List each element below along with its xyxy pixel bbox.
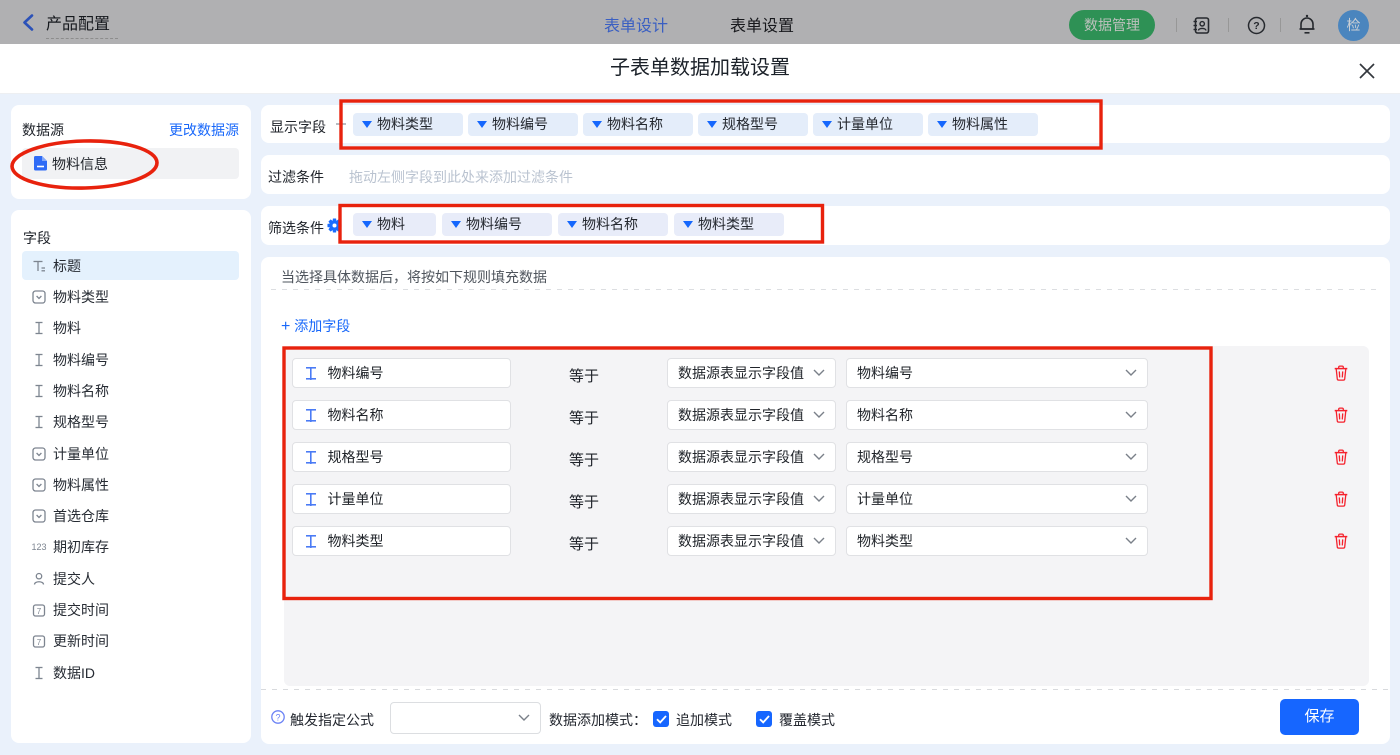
svg-text:7: 7	[37, 607, 42, 616]
svg-text:?: ?	[1253, 20, 1259, 32]
svg-text:?: ?	[275, 712, 280, 722]
svg-text:7: 7	[37, 638, 42, 647]
